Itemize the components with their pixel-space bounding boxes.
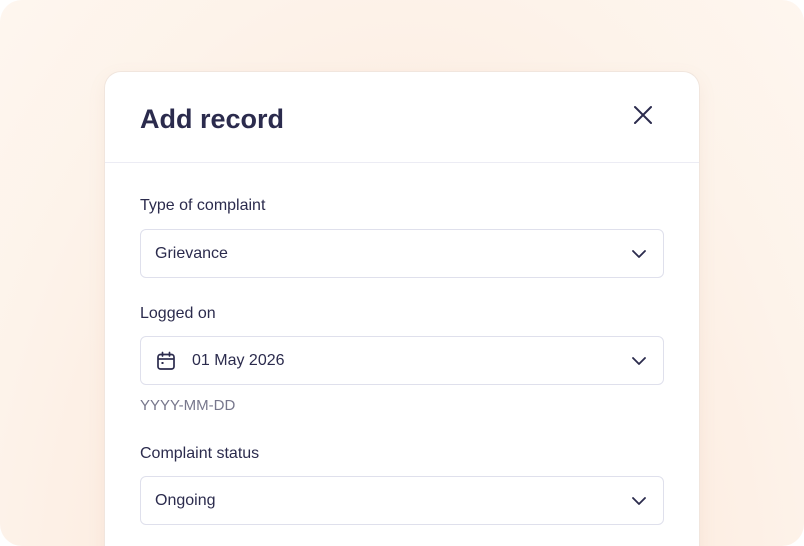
complaint-type-label: Type of complaint (140, 197, 266, 214)
complaint-type-value: Grievance (155, 244, 228, 262)
date-format-hint: YYYY-MM-DD (140, 397, 236, 414)
complaint-type-field: Type of complaint Grievance (140, 196, 664, 278)
calendar-icon (156, 351, 176, 371)
page-backdrop: Add record Type of complaint Grievance L… (0, 0, 804, 546)
close-button[interactable] (628, 100, 658, 130)
add-record-dialog: Add record Type of complaint Grievance L… (105, 72, 699, 546)
complaint-status-value: Ongoing (155, 491, 216, 509)
dialog-title: Add record (140, 104, 285, 134)
complaint-status-select[interactable]: Ongoing (140, 476, 664, 525)
complaint-status-field: Complaint status Ongoing (140, 444, 664, 525)
complaint-status-label: Complaint status (140, 445, 260, 462)
chevron-down-icon (632, 357, 646, 365)
chevron-down-icon (632, 497, 646, 505)
complaint-type-select[interactable]: Grievance (140, 229, 664, 278)
chevron-down-icon (632, 250, 646, 258)
close-icon (634, 106, 652, 124)
logged-on-field: Logged on 01 May 2026 YYYY-MM-DD (140, 304, 664, 414)
logged-on-value: 01 May 2026 (192, 351, 285, 369)
logged-on-date-picker[interactable]: 01 May 2026 (140, 336, 664, 385)
logged-on-label: Logged on (140, 305, 216, 322)
dialog-header: Add record (105, 72, 699, 163)
